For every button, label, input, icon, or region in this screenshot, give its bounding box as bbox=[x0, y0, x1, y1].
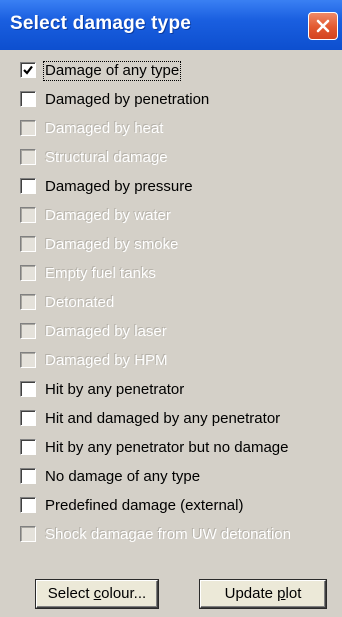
damage-option-checkbox[interactable] bbox=[20, 439, 36, 455]
damage-option-checkbox[interactable] bbox=[20, 410, 36, 426]
damage-option-row[interactable]: Predefined damage (external) bbox=[20, 495, 340, 517]
select-damage-type-dialog: Select damage type Damage of any type Dam… bbox=[0, 0, 342, 617]
damage-option-label: Shock damagae from UW detonation bbox=[45, 526, 291, 543]
damage-option-label: Damaged by pressure bbox=[45, 178, 193, 195]
close-icon bbox=[316, 19, 330, 33]
damage-option-checkbox bbox=[20, 352, 36, 368]
damage-option-label: Damage of any type bbox=[42, 61, 182, 81]
damage-option-label: Damaged by penetration bbox=[45, 91, 210, 108]
damage-option-row: Damaged by laser bbox=[20, 321, 340, 343]
damage-option-checkbox bbox=[20, 207, 36, 223]
damage-option-row: Empty fuel tanks bbox=[20, 263, 340, 285]
damage-option-checkbox bbox=[20, 323, 36, 339]
damage-option-row: Damaged by HPM bbox=[20, 350, 340, 372]
damage-option-label: Damaged by smoke bbox=[45, 236, 179, 253]
update-plot-label-pre: Update bbox=[224, 585, 278, 602]
damage-option-row[interactable]: Hit by any penetrator bbox=[20, 379, 340, 401]
damage-option-row[interactable]: Hit and damaged by any penetrator bbox=[20, 408, 340, 430]
damage-option-checkbox bbox=[20, 526, 36, 542]
damage-option-row: Structural damage bbox=[20, 147, 340, 169]
select-colour-button[interactable]: Select colour... bbox=[36, 580, 158, 608]
damage-option-checkbox bbox=[20, 236, 36, 252]
damage-option-label: Hit by any penetrator but no damage bbox=[45, 439, 289, 456]
damage-option-label: Damaged by laser bbox=[45, 323, 167, 340]
title-bar[interactable]: Select damage type bbox=[0, 0, 342, 50]
damage-option-label: Hit by any penetrator bbox=[45, 381, 185, 398]
damage-option-row: Damaged by water bbox=[20, 205, 340, 227]
damage-option-row[interactable]: No damage of any type bbox=[20, 466, 340, 488]
damage-option-row: Detonated bbox=[20, 292, 340, 314]
damage-option-checkbox[interactable] bbox=[20, 178, 36, 194]
damage-option-row: Damaged by heat bbox=[20, 118, 340, 140]
window-title: Select damage type bbox=[10, 13, 192, 34]
damage-option-label: No damage of any type bbox=[45, 468, 201, 485]
damage-option-checkbox bbox=[20, 294, 36, 310]
damage-option-checkbox bbox=[20, 149, 36, 165]
damage-option-label: Predefined damage (external) bbox=[45, 497, 244, 514]
damage-option-checkbox bbox=[20, 265, 36, 281]
damage-option-label: Empty fuel tanks bbox=[45, 265, 156, 282]
damage-option-label: Detonated bbox=[45, 294, 115, 311]
update-plot-button[interactable]: Update plot bbox=[200, 580, 326, 608]
damage-option-row[interactable]: Damage of any type bbox=[20, 60, 340, 82]
checkmark-icon bbox=[23, 65, 33, 75]
damage-option-row[interactable]: Damaged by penetration bbox=[20, 89, 340, 111]
damage-option-checkbox[interactable] bbox=[20, 468, 36, 484]
damage-option-checkbox[interactable] bbox=[20, 381, 36, 397]
damage-option-checkbox bbox=[20, 120, 36, 136]
damage-option-row: Damaged by smoke bbox=[20, 234, 340, 256]
update-plot-label-post: lot bbox=[285, 585, 302, 602]
select-colour-label-pre: Select bbox=[47, 585, 94, 602]
damage-option-label: Hit and damaged by any penetrator bbox=[45, 410, 281, 427]
update-plot-accel-key: p bbox=[277, 585, 286, 602]
damage-option-row: Shock damagae from UW detonation bbox=[20, 524, 340, 546]
damage-option-checkbox[interactable] bbox=[20, 62, 36, 78]
damage-option-checkbox[interactable] bbox=[20, 497, 36, 513]
close-button[interactable] bbox=[308, 12, 338, 40]
damage-option-label: Structural damage bbox=[45, 149, 168, 166]
damage-option-label: Damaged by heat bbox=[45, 120, 164, 137]
select-colour-label-post: olour... bbox=[101, 585, 147, 602]
damage-option-row[interactable]: Hit by any penetrator but no damage bbox=[20, 437, 340, 459]
damage-option-label: Damaged by HPM bbox=[45, 352, 168, 369]
damage-option-checkbox[interactable] bbox=[20, 91, 36, 107]
damage-option-label: Damaged by water bbox=[45, 207, 171, 224]
damage-option-row[interactable]: Damaged by pressure bbox=[20, 176, 340, 198]
